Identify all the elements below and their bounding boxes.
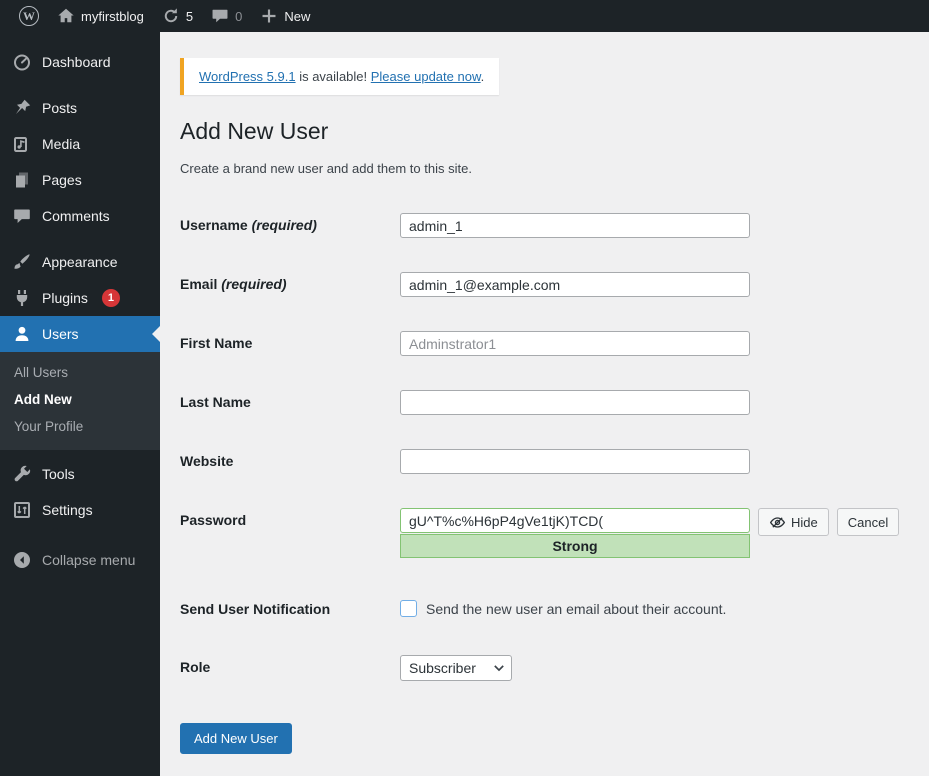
sidebar-item-tools[interactable]: Tools — [0, 456, 160, 492]
first-name-row: First Name — [180, 331, 909, 356]
comments-count: 0 — [235, 8, 243, 24]
plugins-update-badge: 1 — [101, 289, 120, 307]
sidebar-item-posts[interactable]: Posts — [0, 90, 160, 126]
role-select[interactable]: Subscriber — [400, 655, 512, 681]
username-input[interactable] — [400, 213, 750, 238]
email-label: Email (required) — [180, 276, 287, 292]
eye-slash-icon — [769, 516, 786, 528]
site-name-menu[interactable]: myfirstblog — [48, 0, 153, 32]
media-icon — [12, 134, 32, 154]
admin-bar: W myfirstblog 5 0 New — [0, 0, 929, 32]
comment-bubble-icon — [211, 7, 229, 25]
first-name-input[interactable] — [400, 331, 750, 356]
last-name-label: Last Name — [180, 394, 251, 410]
username-row: Username (required) — [180, 213, 909, 238]
website-row: Website — [180, 449, 909, 474]
notice-text: is available! — [295, 69, 371, 84]
sidebar-item-users[interactable]: Users — [0, 316, 160, 352]
submenu-item-add-new[interactable]: Add New — [0, 386, 160, 413]
admin-sidebar: Dashboard Posts Media Pages Comments App… — [0, 32, 160, 776]
notification-label: Send User Notification — [180, 601, 331, 617]
selected-item-arrow — [152, 326, 160, 342]
home-icon — [57, 7, 75, 25]
submenu-item-your-profile[interactable]: Your Profile — [0, 413, 160, 440]
wordpress-logo-icon: W — [19, 6, 39, 26]
new-content-menu[interactable]: New — [251, 0, 319, 32]
password-input[interactable] — [400, 508, 750, 533]
users-submenu: All Users Add New Your Profile — [0, 352, 160, 450]
add-new-user-button[interactable]: Add New User — [180, 723, 292, 754]
sidebar-item-pages[interactable]: Pages — [0, 162, 160, 198]
comments-menu[interactable]: 0 — [202, 0, 251, 32]
hide-password-button[interactable]: Hide — [758, 508, 829, 536]
sidebar-item-label: Comments — [42, 208, 110, 224]
update-notice: WordPress 5.9.1 is available! Please upd… — [180, 58, 500, 95]
sidebar-item-label: Collapse menu — [42, 552, 136, 568]
password-strength-meter: Strong — [400, 534, 750, 558]
website-label: Website — [180, 453, 234, 469]
username-label: Username (required) — [180, 217, 317, 233]
sidebar-item-label: Pages — [42, 172, 82, 188]
main-content: WordPress 5.9.1 is available! Please upd… — [160, 32, 929, 776]
sidebar-item-label: Plugins — [42, 290, 88, 306]
page-title: Add New User — [180, 118, 329, 144]
comment-bubble-icon — [12, 206, 32, 226]
new-label: New — [284, 8, 311, 24]
pages-icon — [12, 170, 32, 190]
updates-menu[interactable]: 5 — [153, 0, 202, 32]
send-notification-checkbox[interactable] — [400, 600, 417, 617]
sidebar-item-media[interactable]: Media — [0, 126, 160, 162]
first-name-label: First Name — [180, 335, 253, 351]
email-input[interactable] — [400, 272, 750, 297]
sidebar-item-label: Appearance — [42, 254, 118, 270]
website-input[interactable] — [400, 449, 750, 474]
sidebar-item-label: Settings — [42, 502, 93, 518]
sidebar-item-dashboard[interactable]: Dashboard — [0, 44, 160, 80]
role-label: Role — [180, 659, 211, 675]
password-row: Password Strong Hide Cancel — [180, 508, 909, 558]
notice-period: . — [480, 69, 485, 84]
site-name-label: myfirstblog — [81, 8, 144, 24]
add-user-form: Username (required) Email (required) Fir… — [180, 213, 909, 754]
dashboard-gauge-icon — [12, 52, 32, 72]
submenu-item-all-users[interactable]: All Users — [0, 359, 160, 386]
last-name-input[interactable] — [400, 390, 750, 415]
notification-checkbox-label: Send the new user an email about their a… — [426, 600, 727, 617]
pushpin-icon — [12, 98, 32, 118]
collapse-arrow-icon — [12, 550, 32, 570]
sidebar-item-settings[interactable]: Settings — [0, 492, 160, 528]
page-description: Create a brand new user and add them to … — [180, 161, 472, 176]
wordpress-version-link[interactable]: WordPress 5.9.1 — [199, 69, 296, 84]
update-now-link[interactable]: Please update now — [371, 69, 481, 84]
sidebar-item-label: Dashboard — [42, 54, 111, 70]
role-row: Role Subscriber — [180, 655, 909, 681]
sidebar-item-label: Tools — [42, 466, 75, 482]
plus-icon — [260, 7, 278, 25]
plug-icon — [12, 288, 32, 308]
sidebar-item-label: Posts — [42, 100, 78, 116]
settings-sliders-icon — [12, 500, 32, 520]
updates-icon — [162, 7, 180, 25]
paintbrush-icon — [12, 252, 32, 272]
user-icon — [12, 324, 32, 344]
cancel-password-button[interactable]: Cancel — [836, 508, 900, 536]
last-name-row: Last Name — [180, 390, 909, 415]
email-row: Email (required) — [180, 272, 909, 297]
sidebar-item-label: Media — [42, 136, 81, 152]
required-hint: (required) — [251, 217, 317, 233]
sidebar-item-label: Users — [42, 326, 79, 342]
required-hint: (required) — [221, 276, 287, 292]
updates-count: 5 — [185, 8, 194, 24]
password-label: Password — [180, 512, 247, 528]
sidebar-item-appearance[interactable]: Appearance — [0, 244, 160, 280]
sidebar-item-comments[interactable]: Comments — [0, 198, 160, 234]
sidebar-item-plugins[interactable]: Plugins 1 — [0, 280, 160, 316]
wp-logo-menu[interactable]: W — [10, 0, 48, 32]
collapse-menu-button[interactable]: Collapse menu — [0, 542, 160, 578]
wrench-icon — [12, 464, 32, 484]
notification-row: Send User Notification Send the new user… — [180, 600, 909, 617]
